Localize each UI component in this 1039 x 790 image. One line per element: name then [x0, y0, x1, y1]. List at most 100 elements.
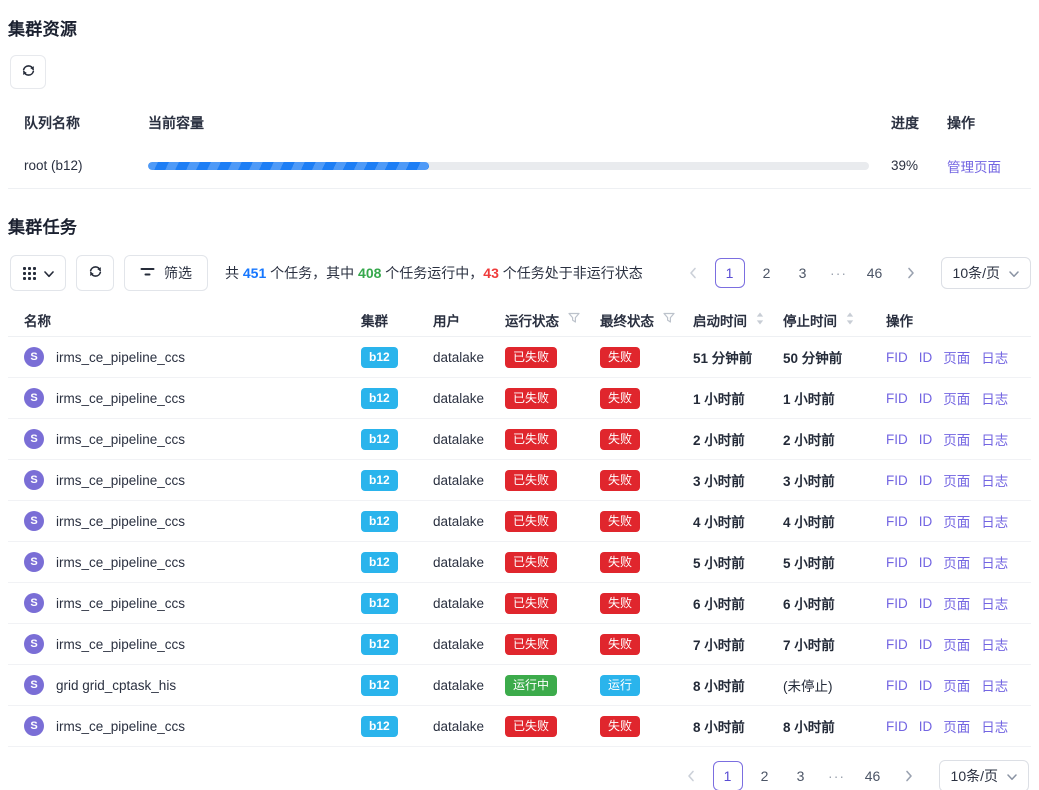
final-status-badge: 失败	[600, 470, 640, 491]
view-mode-dropdown[interactable]	[10, 255, 66, 291]
tasks-table: 名称 集群 用户 运行状态 最终状态 启动时间	[8, 303, 1031, 747]
page-ellipsis[interactable]: ···	[825, 259, 853, 287]
page-link[interactable]: 页面	[943, 429, 970, 449]
log-link[interactable]: 日志	[981, 552, 1008, 572]
page-link[interactable]: 页面	[943, 347, 970, 367]
filter-funnel-icon[interactable]	[568, 312, 580, 327]
stop-time: 2 小时前	[783, 429, 835, 449]
running-count: 408	[358, 265, 381, 281]
sort-icon[interactable]	[846, 312, 854, 328]
id-link[interactable]: ID	[919, 514, 933, 529]
resources-table: 队列名称 当前容量 进度 操作 root (b12) 39% 管理页面	[8, 103, 1031, 189]
fid-link[interactable]: FID	[886, 432, 908, 447]
tasks-refresh-button[interactable]	[76, 255, 114, 291]
manage-page-link[interactable]: 管理页面	[947, 160, 1001, 175]
page-link[interactable]: 页面	[943, 634, 970, 654]
log-link[interactable]: 日志	[981, 511, 1008, 531]
page-size-select[interactable]: 10条/页	[941, 257, 1031, 289]
header-cluster: 集群	[361, 310, 433, 330]
prev-page-button[interactable]	[677, 762, 705, 790]
page-button-46[interactable]: 46	[859, 762, 887, 790]
page-link[interactable]: 页面	[943, 388, 970, 408]
fid-link[interactable]: FID	[886, 391, 908, 406]
page-button-3[interactable]: 3	[789, 259, 817, 287]
page-link[interactable]: 页面	[943, 675, 970, 695]
cluster-badge: b12	[361, 388, 398, 409]
filter-button[interactable]: 筛选	[124, 255, 208, 291]
cluster-badge: b12	[361, 347, 398, 368]
log-link[interactable]: 日志	[981, 675, 1008, 695]
avatar: S	[24, 552, 44, 572]
refresh-icon	[88, 264, 103, 282]
header-progress: 进度	[891, 113, 935, 133]
table-row: S irms_ce_pipeline_ccs b12 datalake 已失败 …	[8, 706, 1031, 747]
log-link[interactable]: 日志	[981, 634, 1008, 654]
start-time: 4 小时前	[693, 511, 745, 531]
log-link[interactable]: 日志	[981, 429, 1008, 449]
start-time: 2 小时前	[693, 429, 745, 449]
page-button-3[interactable]: 3	[787, 762, 815, 790]
id-link[interactable]: ID	[919, 432, 933, 447]
run-status-badge: 已失败	[505, 429, 557, 450]
fid-link[interactable]: FID	[886, 637, 908, 652]
avatar: S	[24, 429, 44, 449]
id-link[interactable]: ID	[919, 555, 933, 570]
page-link[interactable]: 页面	[943, 511, 970, 531]
summary-text: 共	[225, 265, 243, 281]
fid-link[interactable]: FID	[886, 514, 908, 529]
fid-link[interactable]: FID	[886, 555, 908, 570]
header-name: 名称	[8, 310, 361, 330]
prev-page-button[interactable]	[679, 259, 707, 287]
id-link[interactable]: ID	[919, 391, 933, 406]
page-link[interactable]: 页面	[943, 716, 970, 736]
log-link[interactable]: 日志	[981, 347, 1008, 367]
filter-funnel-icon[interactable]	[663, 312, 675, 327]
page-link[interactable]: 页面	[943, 593, 970, 613]
page-link[interactable]: 页面	[943, 470, 970, 490]
page-ellipsis[interactable]: ···	[823, 762, 851, 790]
page-size-select[interactable]: 10条/页	[939, 760, 1029, 790]
start-time: 8 小时前	[693, 675, 745, 695]
fid-link[interactable]: FID	[886, 719, 908, 734]
header-queue-name: 队列名称	[8, 113, 148, 133]
start-time: 1 小时前	[693, 388, 745, 408]
page-button-2[interactable]: 2	[751, 762, 779, 790]
log-link[interactable]: 日志	[981, 593, 1008, 613]
fid-link[interactable]: FID	[886, 350, 908, 365]
log-link[interactable]: 日志	[981, 470, 1008, 490]
stop-time: 1 小时前	[783, 388, 835, 408]
log-link[interactable]: 日志	[981, 388, 1008, 408]
task-name: irms_ce_pipeline_ccs	[56, 596, 185, 611]
table-row: S grid grid_cptask_his b12 datalake 运行中 …	[8, 665, 1031, 706]
user-name: datalake	[433, 514, 505, 529]
next-page-button[interactable]	[897, 259, 925, 287]
page-link[interactable]: 页面	[943, 552, 970, 572]
id-link[interactable]: ID	[919, 596, 933, 611]
page-button-2[interactable]: 2	[753, 259, 781, 287]
fid-link[interactable]: FID	[886, 678, 908, 693]
resources-refresh-button[interactable]	[10, 55, 46, 89]
cluster-badge: b12	[361, 429, 398, 450]
log-link[interactable]: 日志	[981, 716, 1008, 736]
table-row: S irms_ce_pipeline_ccs b12 datalake 已失败 …	[8, 460, 1031, 501]
table-row: S irms_ce_pipeline_ccs b12 datalake 已失败 …	[8, 337, 1031, 378]
id-link[interactable]: ID	[919, 350, 933, 365]
next-page-button[interactable]	[895, 762, 923, 790]
page-button-1[interactable]: 1	[715, 258, 745, 288]
page-button-46[interactable]: 46	[861, 259, 889, 287]
page-button-1[interactable]: 1	[713, 761, 743, 790]
fid-link[interactable]: FID	[886, 473, 908, 488]
stop-time: (未停止)	[783, 675, 833, 695]
sort-icon[interactable]	[756, 312, 764, 328]
fid-link[interactable]: FID	[886, 596, 908, 611]
run-status-badge: 已失败	[505, 470, 557, 491]
id-link[interactable]: ID	[919, 473, 933, 488]
run-status-badge: 已失败	[505, 511, 557, 532]
header-action: 操作	[947, 113, 1031, 133]
id-link[interactable]: ID	[919, 637, 933, 652]
start-time: 3 小时前	[693, 470, 745, 490]
id-link[interactable]: ID	[919, 678, 933, 693]
id-link[interactable]: ID	[919, 719, 933, 734]
queue-name: root (b12)	[8, 158, 148, 173]
cluster-badge: b12	[361, 675, 398, 696]
